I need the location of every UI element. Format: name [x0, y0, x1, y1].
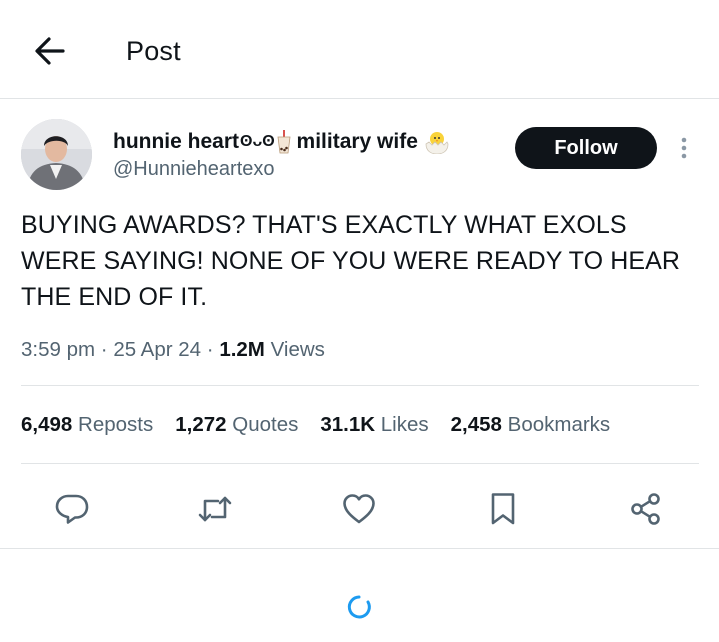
reply-button[interactable] [50, 487, 94, 531]
repost-button[interactable] [193, 487, 237, 531]
meta-separator: · [100, 338, 108, 361]
stat-bookmarks[interactable]: 2,458 Bookmarks [451, 413, 611, 437]
share-icon [631, 493, 660, 525]
stat-quotes[interactable]: 1,272 Quotes [175, 413, 298, 437]
views-count: 1.2M [219, 338, 265, 361]
bubble-tea-icon [277, 130, 291, 154]
arrow-left-icon [35, 37, 65, 65]
stat-count: 1,272 [175, 413, 227, 436]
top-bar: Post [0, 0, 719, 98]
follow-button[interactable]: Follow [515, 127, 657, 169]
more-vertical-icon [681, 137, 687, 159]
author-name-suffix: military wife [290, 130, 418, 153]
reply-icon [55, 494, 89, 524]
back-button[interactable] [30, 33, 70, 69]
emoji-face-glyph: ʘᴗʘ [240, 133, 275, 150]
post-meta: 3:59 pm · 25 Apr 24 · 1.2M Views [21, 338, 325, 362]
stat-count: 31.1K [320, 413, 376, 436]
meta-separator: · [206, 338, 214, 361]
loading-spinner-icon [344, 592, 374, 622]
like-button[interactable] [337, 487, 381, 531]
hatching-chick-icon [424, 130, 450, 154]
stat-likes[interactable]: 31.1K Likes [320, 413, 428, 437]
engagement-stats: 6,498 Reposts 1,272 Quotes 31.1K Likes 2… [21, 413, 632, 437]
stat-count: 2,458 [450, 413, 502, 436]
author-handle[interactable]: @Hunnieheartexo [113, 158, 275, 181]
like-icon [343, 494, 375, 524]
views-label: Views [270, 338, 325, 361]
stat-reposts[interactable]: 6,498 Reposts [21, 413, 153, 437]
stats-divider [21, 463, 699, 464]
stat-label: Likes [380, 413, 429, 436]
avatar-image [21, 119, 92, 190]
stat-count: 6,498 [21, 413, 73, 436]
bookmark-button[interactable] [481, 487, 525, 531]
actions-divider [0, 548, 719, 549]
more-options-button[interactable] [676, 134, 692, 164]
header-divider [0, 98, 719, 99]
stat-label: Quotes [232, 413, 299, 436]
stat-label: Reposts [78, 413, 154, 436]
share-button[interactable] [624, 487, 668, 531]
post-date[interactable]: 25 Apr 24 [113, 338, 201, 361]
bookmark-icon [491, 493, 515, 525]
post-text: BUYING AWARDS? THAT'S EXACTLY WHAT EXOLS… [21, 211, 681, 311]
page-title: Post [126, 36, 181, 66]
author-name-prefix: hunnie heart [113, 130, 240, 153]
post-time[interactable]: 3:59 pm [21, 338, 95, 361]
avatar[interactable] [21, 119, 92, 190]
stat-label: Bookmarks [507, 413, 611, 436]
meta-divider [21, 385, 699, 386]
repost-icon [198, 496, 232, 522]
author-name[interactable]: hunnie heart ʘᴗʘ military wife [113, 130, 450, 154]
